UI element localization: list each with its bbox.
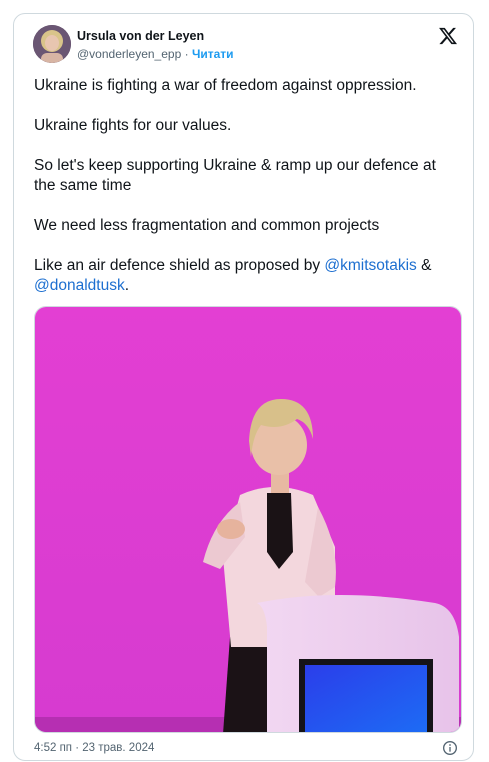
author-handle[interactable]: @vonderleyen_epp xyxy=(77,47,181,61)
tweet-embed-card[interactable]: Ursula von der Leyen @vonderleyen_epp · … xyxy=(13,13,474,761)
tweet-paragraph: Like an air defence shield as proposed b… xyxy=(34,256,459,296)
tweet-text-fragment: Like an air defence shield as proposed b… xyxy=(34,257,325,274)
tweet-timestamp[interactable]: 4:52 пп · 23 трав. 2024 xyxy=(34,742,154,754)
tweet-photo[interactable] xyxy=(34,306,462,733)
x-logo-icon[interactable] xyxy=(438,26,458,46)
avatar[interactable] xyxy=(33,25,71,63)
tweet-paragraph: Ukraine is fighting a war of freedom aga… xyxy=(34,77,417,94)
mention-link-donaldtusk[interactable]: @donaldtusk xyxy=(34,277,125,294)
follow-link[interactable]: Читати xyxy=(192,47,234,61)
tweet-paragraph: Ukraine fights for our values. xyxy=(34,117,232,134)
tweet-text: Ukraine is fighting a war of freedom aga… xyxy=(34,76,459,316)
tweet-text-fragment: & xyxy=(416,257,432,274)
tweet-paragraph: We need less fragmentation and common pr… xyxy=(34,217,380,234)
mention-link-kmitsotakis[interactable]: @kmitsotakis xyxy=(324,257,416,274)
author-handle-row: @vonderleyen_epp · Читати xyxy=(77,47,234,61)
author-name[interactable]: Ursula von der Leyen xyxy=(77,29,204,43)
handle-separator: · xyxy=(181,47,192,61)
tweet-paragraph: So let's keep supporting Ukraine & ramp … xyxy=(34,157,436,194)
tweet-text-fragment: . xyxy=(124,277,130,294)
info-icon[interactable] xyxy=(442,740,458,756)
